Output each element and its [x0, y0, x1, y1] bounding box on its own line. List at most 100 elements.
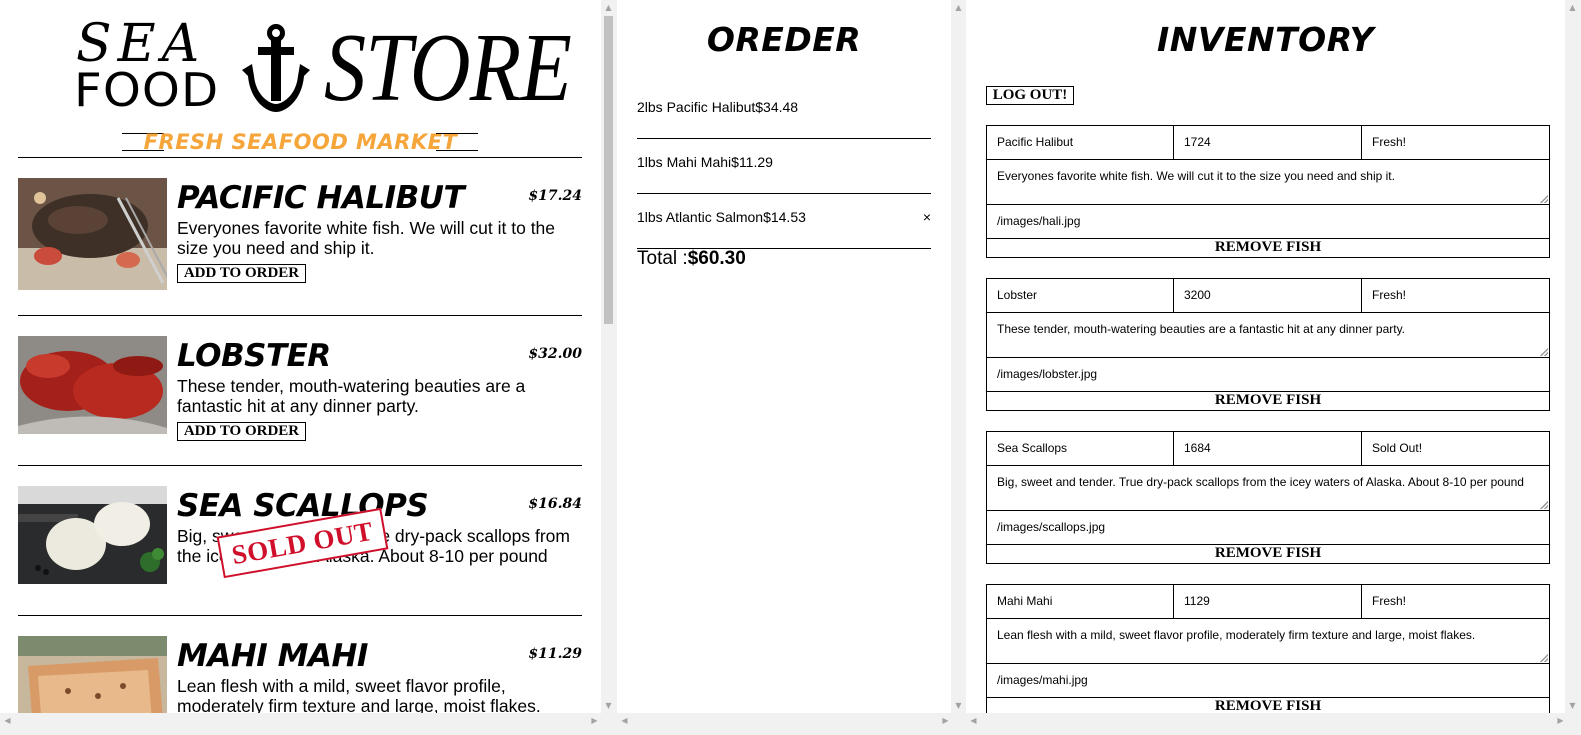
scroll-left-icon[interactable]: ◀ — [969, 716, 978, 725]
scroll-up-icon[interactable]: ▲ — [954, 3, 963, 12]
fish-name: PACIFIC HALIBUT — [177, 180, 465, 216]
scroll-down-icon[interactable]: ▼ — [604, 701, 613, 710]
fish-price-input[interactable]: 1129 — [1174, 585, 1362, 619]
remove-fish-button[interactable]: REMOVE FISH — [987, 698, 1549, 713]
inventory-scrollbar[interactable]: ▲ ▼ — [1565, 0, 1581, 713]
fish-status-select[interactable]: Fresh! — [1362, 279, 1549, 313]
fish-desc-text: These tender, mouth-watering beauties ar… — [997, 322, 1406, 336]
scroll-right-icon[interactable]: ▶ — [590, 716, 599, 725]
fish-desc-text: Big, sweet and tender. True dry-pack sca… — [997, 475, 1524, 489]
menu-scrollbar[interactable]: ▲ ▼ — [601, 0, 616, 713]
store-logo: SEA FOOD STORE — [72, 18, 572, 118]
fish-image-input[interactable]: /images/hali.jpg — [987, 205, 1549, 239]
menu-hscrollbar[interactable]: ◀ ▶ — [0, 713, 616, 728]
resize-grip-icon[interactable] — [1540, 348, 1548, 356]
fish-price-input[interactable]: 1724 — [1174, 126, 1362, 160]
inventory-hscrollbar[interactable]: ◀ ▶ — [966, 713, 1581, 728]
order-item-text: 1lbs Atlantic Salmon$14.53 — [637, 209, 806, 225]
logo-food-text: FOOD — [74, 63, 220, 117]
fish-image-lobster — [18, 336, 167, 434]
tagline: FRESH SEAFOOD MARKET — [143, 130, 458, 154]
fish-name-input[interactable]: Pacific Halibut — [987, 126, 1174, 160]
fish-description: Lean flesh with a mild, sweet flavor pro… — [177, 676, 541, 713]
remove-item-icon[interactable]: × — [923, 208, 931, 226]
fish-price: $11.29 — [528, 646, 582, 662]
scroll-down-icon[interactable]: ▼ — [1568, 701, 1577, 710]
inventory-title: INVENTORY — [1157, 20, 1374, 59]
fish-name: SEA SCALLOPS — [177, 488, 429, 524]
order-total-value: $60.30 — [687, 248, 746, 269]
inventory-panel: INVENTORY LOG OUT! Pacific Halibut 1724 … — [966, 0, 1565, 713]
inventory-row: Lobster 3200 Fresh! — [987, 279, 1549, 313]
inventory-row: Sea Scallops 1684 Sold Out! — [987, 432, 1549, 466]
fish-name: LOBSTER — [177, 338, 331, 374]
fish-name-input[interactable]: Lobster — [987, 279, 1174, 313]
scroll-up-icon[interactable]: ▲ — [604, 3, 613, 12]
order-item-text: 2lbs Pacific Halibut$34.48 — [637, 99, 799, 115]
fish-desc-textarea[interactable]: Big, sweet and tender. True dry-pack sca… — [987, 466, 1549, 511]
fish-price-input[interactable]: 1684 — [1174, 432, 1362, 466]
header-divider — [18, 157, 582, 158]
order-hscrollbar[interactable]: ◀ ▶ — [617, 713, 966, 728]
anchor-icon — [242, 24, 310, 112]
order-scrollbar[interactable]: ▲ ▼ — [951, 0, 966, 713]
fish-desc-textarea[interactable]: These tender, mouth-watering beauties ar… — [987, 313, 1549, 358]
order-item: 1lbs Mahi Mahi$11.29 — [637, 139, 931, 194]
logout-button[interactable]: LOG OUT! — [986, 86, 1074, 105]
order-total: Total :$60.30 — [637, 248, 746, 270]
fish-name-input[interactable]: Mahi Mahi — [987, 585, 1174, 619]
scroll-down-icon[interactable]: ▼ — [954, 701, 963, 710]
fish-name-input[interactable]: Sea Scallops — [987, 432, 1174, 466]
fish-divider — [18, 465, 582, 466]
fish-image-halibut — [18, 178, 167, 290]
scroll-left-icon[interactable]: ◀ — [620, 716, 629, 725]
scroll-left-icon[interactable]: ◀ — [3, 716, 12, 725]
remove-fish-button[interactable]: REMOVE FISH — [987, 545, 1549, 563]
menu-panel: SEA FOOD STORE FRESH SEAFOOD MARKET PACI… — [0, 0, 601, 713]
order-item: 1lbs Atlantic Salmon$14.53 × — [637, 194, 931, 249]
remove-fish-button[interactable]: REMOVE FISH — [987, 239, 1549, 257]
add-to-order-button[interactable]: ADD TO ORDER — [177, 422, 306, 441]
inventory-item-form: Mahi Mahi 1129 Fresh! Lean flesh with a … — [986, 584, 1550, 713]
tagline-right-rule — [436, 133, 478, 151]
order-total-label: Total : — [637, 248, 688, 269]
resize-grip-icon[interactable] — [1540, 195, 1548, 203]
fish-price-input[interactable]: 3200 — [1174, 279, 1362, 313]
order-item: 2lbs Pacific Halibut$34.48 — [637, 84, 931, 139]
logo-store-text: STORE — [324, 14, 572, 122]
fish-image-input[interactable]: /images/lobster.jpg — [987, 358, 1549, 392]
fish-status-select[interactable]: Sold Out! — [1362, 432, 1549, 466]
scroll-right-icon[interactable]: ▶ — [941, 716, 950, 725]
fish-desc-text: Lean flesh with a mild, sweet flavor pro… — [997, 628, 1476, 642]
fish-name: MAHI MAHI — [177, 638, 368, 674]
fish-desc-text: Everyones favorite white fish. We will c… — [997, 169, 1395, 183]
resize-grip-icon[interactable] — [1540, 501, 1548, 509]
fish-image-input[interactable]: /images/mahi.jpg — [987, 664, 1549, 698]
add-to-order-button[interactable]: ADD TO ORDER — [177, 264, 306, 283]
remove-fish-button[interactable]: REMOVE FISH — [987, 392, 1549, 410]
fish-status-select[interactable]: Fresh! — [1362, 126, 1549, 160]
order-title: OREDER — [706, 20, 862, 59]
fish-description: These tender, mouth-watering beauties ar… — [177, 376, 526, 416]
fish-price: $32.00 — [528, 346, 582, 362]
fish-image-scallops — [18, 486, 167, 584]
inventory-row: Mahi Mahi 1129 Fresh! — [987, 585, 1549, 619]
order-item-text: 1lbs Mahi Mahi$11.29 — [637, 154, 773, 170]
fish-divider — [18, 615, 582, 616]
fish-image-input[interactable]: /images/scallops.jpg — [987, 511, 1549, 545]
inventory-row: Pacific Halibut 1724 Fresh! — [987, 126, 1549, 160]
fish-description: Everyones favorite white fish. We will c… — [177, 218, 556, 258]
fish-image-mahi — [18, 636, 167, 713]
scroll-right-icon[interactable]: ▶ — [1556, 716, 1565, 725]
fish-desc-textarea[interactable]: Lean flesh with a mild, sweet flavor pro… — [987, 619, 1549, 664]
inventory-item-form: Pacific Halibut 1724 Fresh! Everyones fa… — [986, 125, 1550, 258]
order-panel: OREDER 2lbs Pacific Halibut$34.48 1lbs M… — [617, 0, 951, 713]
fish-price: $17.24 — [528, 188, 582, 204]
resize-grip-icon[interactable] — [1540, 654, 1548, 662]
fish-desc-textarea[interactable]: Everyones favorite white fish. We will c… — [987, 160, 1549, 205]
fish-price: $16.84 — [528, 496, 582, 512]
scroll-up-icon[interactable]: ▲ — [1568, 3, 1577, 12]
scroll-thumb[interactable] — [604, 16, 613, 324]
fish-divider — [18, 315, 582, 316]
fish-status-select[interactable]: Fresh! — [1362, 585, 1549, 619]
